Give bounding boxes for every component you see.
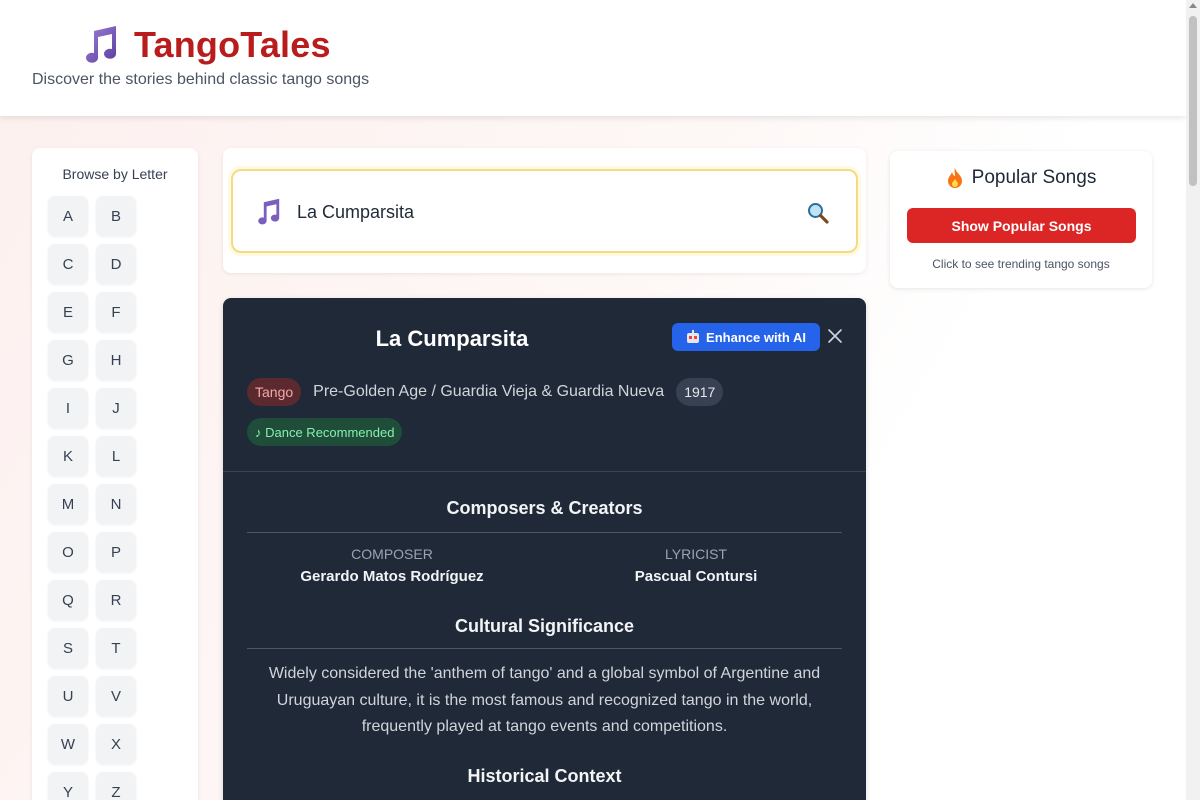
letter-button-c[interactable]: C: [48, 244, 88, 284]
cultural-significance-text: Widely considered the 'anthem of tango' …: [268, 665, 821, 735]
letter-button-v[interactable]: V: [96, 676, 136, 716]
letter-button-n[interactable]: N: [96, 484, 136, 524]
letter-button-t[interactable]: T: [96, 628, 136, 668]
show-popular-songs-button[interactable]: Show Popular Songs: [907, 208, 1136, 243]
letter-button-s[interactable]: S: [48, 628, 88, 668]
letter-button-f[interactable]: F: [96, 292, 136, 332]
robot-icon: [687, 330, 700, 343]
dance-recommended-badge: ♪ Dance Recommended: [247, 418, 403, 446]
lyricist-role: LYRICIST: [665, 546, 727, 562]
letter-button-x[interactable]: X: [96, 724, 136, 764]
letter-button-p[interactable]: P: [96, 532, 136, 572]
musical-notes-icon: [258, 198, 280, 225]
popular-header: Popular Songs: [890, 167, 1152, 189]
section-divider: [247, 648, 842, 649]
search-box[interactable]: [231, 169, 858, 253]
popular-hint: Click to see trending tango songs: [932, 257, 1110, 271]
song-title: La Cumparsita: [375, 326, 529, 351]
enhance-label: Enhance with AI: [706, 329, 806, 345]
letter-sidebar: Browse by Letter ABCDEFGHIJKLMNOPQRSTUVW…: [32, 148, 198, 800]
scrollbar-thumb[interactable]: [1189, 16, 1197, 186]
fire-icon: [947, 168, 962, 188]
letter-button-k[interactable]: K: [48, 436, 88, 476]
app-title: TangoTales: [134, 24, 331, 65]
app-header: TangoTales Discover the stories behind c…: [0, 0, 1186, 116]
year-badge: 1917: [676, 378, 724, 406]
lyricist-credit: LYRICIST Pascual Contursi: [551, 546, 841, 585]
section-divider: [247, 532, 842, 533]
letter-button-h[interactable]: H: [96, 340, 136, 380]
musical-notes-icon: [86, 26, 116, 63]
letter-button-r[interactable]: R: [96, 580, 136, 620]
divider: [223, 471, 866, 472]
letter-button-i[interactable]: I: [48, 388, 88, 428]
cultural-significance-heading: Cultural Significance: [454, 616, 635, 636]
sidebar-title: Browse by Letter: [62, 166, 168, 182]
composer-name: Gerardo Matos Rodríguez: [300, 568, 484, 585]
historical-context-heading: Historical Context: [467, 766, 622, 786]
letter-grid: ABCDEFGHIJKLMNOPQRSTUVWXYZ: [48, 196, 136, 800]
popular-title: Popular Songs: [971, 167, 1097, 188]
letter-button-z[interactable]: Z: [96, 772, 136, 800]
letter-button-y[interactable]: Y: [48, 772, 88, 800]
letter-button-u[interactable]: U: [48, 676, 88, 716]
app-tagline: Discover the stories behind classic tang…: [32, 71, 370, 88]
lyricist-name: Pascual Contursi: [634, 568, 758, 585]
scroll-up-arrow-icon[interactable]: [1189, 3, 1197, 8]
letter-button-d[interactable]: D: [96, 244, 136, 284]
close-icon[interactable]: [827, 328, 843, 344]
logo: TangoTales: [82, 24, 331, 66]
letter-button-j[interactable]: J: [96, 388, 136, 428]
song-meta-row: Tango Pre-Golden Age / Guardia Vieja & G…: [247, 378, 724, 406]
letter-button-e[interactable]: E: [48, 292, 88, 332]
search-input[interactable]: [297, 195, 777, 229]
composer-credit: COMPOSER Gerardo Matos Rodríguez: [247, 546, 537, 585]
letter-button-w[interactable]: W: [48, 724, 88, 764]
song-detail-card: La Cumparsita Enhance with AI Tango Pre-…: [223, 298, 866, 800]
genre-badge: Tango: [247, 378, 302, 406]
letter-button-b[interactable]: B: [96, 196, 136, 236]
letter-button-a[interactable]: A: [48, 196, 88, 236]
letter-button-q[interactable]: Q: [48, 580, 88, 620]
composers-heading: Composers & Creators: [446, 498, 643, 518]
composer-role: COMPOSER: [351, 546, 433, 562]
page-scrollbar[interactable]: [1186, 0, 1200, 800]
letter-button-l[interactable]: L: [96, 436, 136, 476]
letter-button-o[interactable]: O: [48, 532, 88, 572]
search-card: [223, 148, 866, 273]
popular-songs-card: Popular Songs Show Popular Songs Click t…: [890, 151, 1152, 288]
enhance-with-ai-button[interactable]: Enhance with AI: [672, 323, 820, 351]
letter-button-m[interactable]: M: [48, 484, 88, 524]
letter-button-g[interactable]: G: [48, 340, 88, 380]
era-text: Pre-Golden Age / Guardia Vieja & Guardia…: [313, 383, 665, 400]
search-icon[interactable]: [806, 201, 830, 225]
